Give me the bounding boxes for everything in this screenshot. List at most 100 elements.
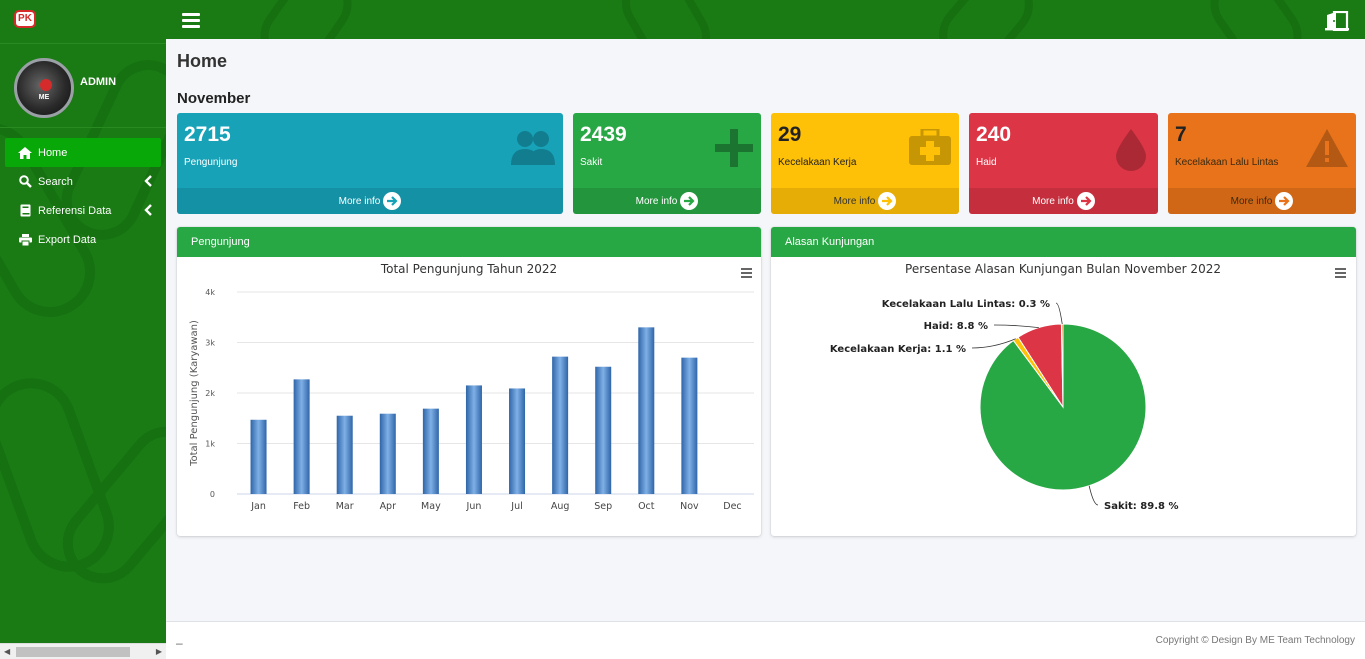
sidebar-horizontal-scrollbar[interactable]: ◀ ▶ (0, 643, 166, 659)
sidebar-item-label: Home (38, 146, 68, 159)
reasons-pie-chart: Persentase Alasan Kunjungan Bulan Novemb… (830, 262, 1346, 512)
data-label-connector (1055, 302, 1063, 325)
data-label-connector (993, 324, 1039, 328)
arrow-right-circle-icon (1076, 192, 1095, 210)
chart-menu-icon[interactable] (1335, 268, 1346, 278)
menu-line (741, 276, 752, 278)
stat-box-sakit: 2439 Sakit More info (573, 113, 761, 214)
avatar-gauge-icon (40, 79, 52, 91)
pie-data-label: Haid: 8.8 % (924, 321, 988, 332)
scrollbar-thumb[interactable] (16, 647, 130, 657)
menu-line (1335, 268, 1346, 270)
bar (552, 356, 569, 494)
bar (465, 385, 482, 494)
bar (336, 415, 353, 494)
stat-label: Kecelakaan Kerja (778, 157, 857, 168)
sidebar-item-search[interactable]: Search (0, 167, 166, 196)
more-info-link[interactable]: More info (771, 188, 959, 214)
brand-logo[interactable]: PK (14, 10, 36, 28)
x-tick-label: Jun (466, 501, 482, 512)
stat-box-kecelakaan-kerja: 29 Kecelakaan Kerja More info (771, 113, 959, 214)
stat-label: Pengunjung (184, 157, 238, 168)
scroll-left-icon[interactable]: ◀ (4, 647, 10, 656)
home-icon (18, 146, 32, 160)
stat-box-kecelakaan-lalu-lintas: 7 Kecelakaan Lalu Lintas More info (1168, 113, 1356, 214)
visitors-bar-chart: Total Pengunjung Tahun 2022 0 1k 2k 3k 4k Tota… (189, 262, 754, 512)
pie-data-label: Kecelakaan Lalu Lintas: 0.3 % (882, 299, 1050, 310)
more-info-link[interactable]: More info (1168, 188, 1356, 214)
more-info-link[interactable]: More info (573, 188, 761, 214)
y-tick-label: 0 (210, 490, 215, 499)
book-icon (18, 204, 32, 218)
sidebar: PK ME ADMIN Home Search Referensi Data E… (0, 0, 166, 659)
y-tick-label: 2k (205, 389, 215, 398)
menu-line (741, 268, 752, 270)
x-tick-label: Nov (680, 501, 699, 512)
x-tick-label: Mar (336, 501, 354, 512)
chevron-left-icon (144, 204, 152, 219)
y-tick-label: 1k (205, 440, 215, 449)
bar (250, 419, 267, 494)
arrow-right-circle-icon (1275, 192, 1294, 210)
sidebar-item-export-data[interactable]: Export Data (0, 225, 166, 254)
logout-door-icon[interactable] (1325, 10, 1349, 34)
x-tick-label: Jul (510, 501, 522, 512)
bar (509, 388, 526, 494)
arrow-right-circle-icon (383, 192, 402, 210)
month-title: November (177, 90, 251, 107)
stat-value: 2715 (184, 123, 231, 146)
x-tick-label: May (421, 501, 441, 512)
footer-left-text: – (176, 636, 183, 650)
avatar-text: ME (38, 94, 50, 101)
copyright-text: Copyright © Design By ME Team Technology (1155, 635, 1355, 646)
user-name[interactable]: ADMIN (80, 76, 116, 88)
menu-line (1335, 272, 1346, 274)
x-tick-label: Sep (594, 501, 612, 512)
more-info-link[interactable]: More info (177, 188, 563, 214)
more-info-link[interactable]: More info (969, 188, 1158, 214)
stat-label: Sakit (580, 157, 603, 168)
stat-value: 2439 (580, 123, 627, 146)
x-tick-label: Dec (723, 501, 741, 512)
stat-value: 240 (976, 123, 1012, 146)
bar (638, 327, 655, 494)
more-info-label: More info (833, 195, 876, 207)
chart-title: Persentase Alasan Kunjungan Bulan Novemb… (905, 262, 1221, 276)
bar (422, 408, 439, 494)
visitors-chart-card: Pengunjung Total Pengunjung Tahun 2022 0 1… (177, 227, 761, 536)
chart-menu-icon[interactable] (741, 268, 752, 278)
bar (681, 357, 698, 494)
menu-line (741, 272, 752, 274)
bar (595, 366, 612, 494)
scroll-right-icon[interactable]: ▶ (156, 647, 162, 656)
menu-line (1335, 276, 1346, 278)
stat-label: Haid (976, 157, 997, 168)
stat-value: 29 (778, 123, 802, 146)
x-tick-label: Oct (638, 501, 655, 512)
menu-toggle-icon[interactable] (182, 13, 200, 28)
x-tick-label: Aug (551, 501, 570, 512)
y-tick-label: 4k (205, 288, 215, 297)
chevron-left-icon (144, 175, 152, 190)
stat-box-pengunjung: 2715 Pengunjung More info (177, 113, 563, 214)
sidebar-menu: Home Search Referensi Data Export Data (0, 138, 166, 254)
card-title: Alasan Kunjungan (771, 227, 1356, 257)
sidebar-item-label: Referensi Data (38, 204, 112, 217)
arrow-right-circle-icon (680, 192, 699, 210)
page-title: Home (177, 51, 228, 71)
arrow-right-circle-icon (878, 192, 897, 210)
sidebar-item-referensi-data[interactable]: Referensi Data (0, 196, 166, 225)
data-label-connector (1088, 485, 1099, 506)
sidebar-item-home[interactable]: Home (5, 138, 161, 167)
more-info-label: More info (635, 195, 678, 207)
x-tick-label: Jan (250, 501, 266, 512)
warning-icon (1306, 129, 1348, 170)
avatar[interactable]: ME (14, 58, 74, 118)
plus-icon (715, 129, 753, 170)
medkit-icon (909, 127, 951, 168)
bar (293, 379, 310, 494)
drop-icon (1116, 129, 1146, 174)
print-icon (18, 233, 32, 247)
chart-title: Total Pengunjung Tahun 2022 (380, 262, 557, 276)
stat-box-haid: 240 Haid More info (969, 113, 1158, 214)
